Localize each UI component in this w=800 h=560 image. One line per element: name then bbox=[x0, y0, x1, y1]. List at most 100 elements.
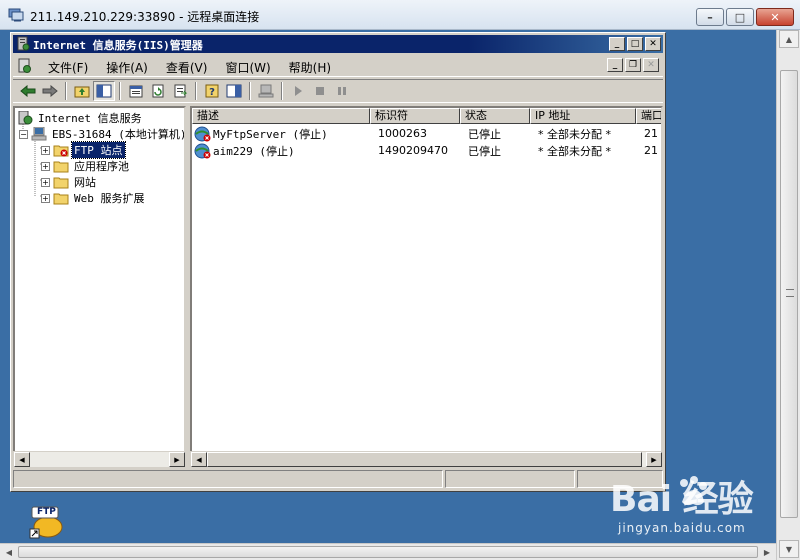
desktop-ftp-shortcut[interactable]: FTP bbox=[28, 505, 64, 539]
ftp-folder-icon bbox=[53, 145, 69, 157]
menu-view[interactable]: 查看(V) bbox=[157, 59, 217, 76]
computer-icon bbox=[258, 84, 274, 98]
toolbar-separator bbox=[195, 82, 197, 100]
baidu-watermark: Bai 经验 jingyan.baidu.com bbox=[610, 470, 760, 540]
remote-desktop-icon bbox=[8, 8, 24, 22]
column-header-description[interactable]: 描述 bbox=[192, 108, 370, 124]
expand-icon[interactable]: + bbox=[41, 177, 50, 187]
expand-icon[interactable]: + bbox=[41, 161, 50, 171]
cell-port: 21 bbox=[644, 144, 658, 157]
minimize-icon: – bbox=[707, 10, 713, 24]
up-one-level-button[interactable] bbox=[71, 81, 93, 101]
column-header-port[interactable]: 端口 bbox=[636, 108, 661, 124]
forward-button[interactable] bbox=[39, 81, 61, 101]
rdp-maximize-button[interactable]: □ bbox=[726, 8, 754, 26]
expand-icon[interactable]: + bbox=[41, 193, 50, 203]
expand-icon[interactable]: + bbox=[41, 145, 50, 155]
pause-icon bbox=[338, 87, 346, 95]
export-list-icon bbox=[174, 84, 188, 98]
rdp-vertical-scrollbar[interactable]: ▲ ▼ bbox=[776, 30, 800, 560]
scroll-right-arrow-icon[interactable]: ▶ bbox=[169, 452, 185, 467]
tree-item-websites[interactable]: + 网站 bbox=[41, 174, 98, 190]
pause-button[interactable] bbox=[331, 81, 353, 101]
scroll-right-arrow-icon[interactable]: ▶ bbox=[759, 545, 775, 559]
rdp-minimize-button[interactable]: – bbox=[696, 8, 724, 26]
menu-file[interactable]: 文件(F) bbox=[39, 59, 97, 76]
help-button[interactable]: ? bbox=[201, 81, 223, 101]
table-row[interactable]: aim229 (停止) 1490209470 已停止 * 全部未分配 * 21 bbox=[192, 142, 661, 159]
menu-window[interactable]: 窗口(W) bbox=[216, 59, 279, 76]
connect-button[interactable] bbox=[255, 81, 277, 101]
list-hscroll-thumb[interactable] bbox=[207, 452, 642, 467]
iis-close-button[interactable]: ✕ bbox=[645, 37, 661, 51]
scroll-left-arrow-icon[interactable]: ◀ bbox=[1, 545, 17, 559]
stop-button[interactable] bbox=[309, 81, 331, 101]
cell-status: 已停止 bbox=[468, 144, 501, 158]
rdp-vscroll-thumb[interactable] bbox=[780, 70, 798, 518]
iis-services-icon bbox=[18, 111, 33, 125]
scroll-up-arrow-icon[interactable]: ▲ bbox=[779, 30, 799, 48]
rdp-hscroll-thumb[interactable] bbox=[18, 546, 758, 558]
iis-minimize-button[interactable]: _ bbox=[609, 37, 625, 51]
start-button[interactable] bbox=[287, 81, 309, 101]
menu-action[interactable]: 操作(A) bbox=[97, 59, 157, 76]
action-pane-icon bbox=[226, 84, 242, 98]
minimize-icon: _ bbox=[614, 39, 620, 49]
iis-maximize-button[interactable]: □ bbox=[627, 37, 643, 51]
console-tree[interactable]: Internet 信息服务 − EBS-31684 (本地计算机) + FTP … bbox=[13, 106, 186, 466]
restore-icon: ❐ bbox=[628, 60, 638, 70]
menubar: 文件(F) 操作(A) 查看(V) 窗口(W) 帮助(H) _ ❐ ✕ bbox=[13, 55, 663, 77]
export-list-button[interactable] bbox=[169, 81, 191, 101]
child-minimize-button[interactable]: _ bbox=[607, 58, 623, 72]
child-close-button[interactable]: ✕ bbox=[643, 58, 659, 72]
tree-item-computer[interactable]: − EBS-31684 (本地计算机) bbox=[19, 126, 186, 142]
scroll-left-arrow-icon[interactable]: ◀ bbox=[191, 452, 207, 467]
show-hide-tree-button[interactable] bbox=[93, 81, 115, 101]
properties-button[interactable] bbox=[125, 81, 147, 101]
scroll-right-arrow-icon[interactable]: ▶ bbox=[646, 452, 662, 467]
scroll-left-arrow-icon[interactable]: ◀ bbox=[14, 452, 30, 467]
tree-label: FTP 站点 bbox=[71, 141, 126, 159]
rdp-titlebar[interactable]: 211.149.210.229:33890 - 远程桌面连接 – □ ✕ bbox=[0, 0, 800, 30]
toolbar-separator bbox=[249, 82, 251, 100]
back-arrow-icon bbox=[20, 85, 36, 97]
details-list[interactable]: 描述 标识符 状态 IP 地址 端口 MyFtpServer (停止) 1000… bbox=[190, 106, 663, 466]
iis-window-title: Internet 信息服务(IIS)管理器 bbox=[33, 39, 203, 52]
iis-app-icon bbox=[17, 36, 30, 51]
status-bar bbox=[13, 470, 663, 490]
tree-label: 应用程序池 bbox=[74, 160, 129, 173]
up-folder-icon bbox=[74, 86, 90, 98]
status-pane-main bbox=[13, 470, 443, 488]
tree-horizontal-scrollbar[interactable]: ◀ ▶ bbox=[13, 451, 186, 468]
refresh-button[interactable] bbox=[147, 81, 169, 101]
close-icon: ✕ bbox=[647, 60, 655, 70]
show-hide-action-pane-button[interactable] bbox=[223, 81, 245, 101]
tree-item-app-pools[interactable]: + 应用程序池 bbox=[41, 158, 131, 174]
tree-label: Internet 信息服务 bbox=[38, 112, 142, 125]
tree-pane-icon bbox=[96, 84, 112, 98]
list-horizontal-scrollbar[interactable]: ◀ ▶ bbox=[190, 451, 663, 468]
tree-item-iis-root[interactable]: Internet 信息服务 bbox=[17, 110, 144, 126]
tree-label: EBS-31684 (本地计算机) bbox=[52, 128, 186, 141]
column-header-identifier[interactable]: 标识符 bbox=[370, 108, 460, 124]
collapse-icon[interactable]: − bbox=[19, 129, 28, 139]
column-header-status[interactable]: 状态 bbox=[460, 108, 530, 124]
svg-text:?: ? bbox=[209, 87, 215, 98]
column-header-ip-address[interactable]: IP 地址 bbox=[530, 108, 636, 124]
scroll-down-arrow-icon[interactable]: ▼ bbox=[779, 540, 799, 558]
maximize-icon: □ bbox=[734, 10, 746, 24]
tree-item-ftp-sites[interactable]: + FTP 站点 bbox=[41, 141, 126, 159]
folder-icon bbox=[53, 193, 69, 205]
iis-titlebar[interactable]: Internet 信息服务(IIS)管理器 _ □ ✕ bbox=[13, 35, 663, 53]
tree-item-web-extensions[interactable]: + Web 服务扩展 bbox=[41, 190, 147, 206]
back-button[interactable] bbox=[17, 81, 39, 101]
folder-icon bbox=[53, 161, 69, 173]
list-header: 描述 标识符 状态 IP 地址 端口 bbox=[192, 108, 661, 124]
child-restore-button[interactable]: ❐ bbox=[625, 58, 641, 72]
cell-port: 21 bbox=[644, 127, 658, 140]
rdp-horizontal-scrollbar[interactable]: ◀ ▶ bbox=[0, 543, 776, 560]
paw-logo-icon bbox=[680, 476, 707, 506]
table-row[interactable]: MyFtpServer (停止) 1000263 已停止 * 全部未分配 * 2… bbox=[192, 125, 661, 142]
menu-help[interactable]: 帮助(H) bbox=[280, 59, 340, 76]
rdp-close-button[interactable]: ✕ bbox=[756, 8, 794, 26]
